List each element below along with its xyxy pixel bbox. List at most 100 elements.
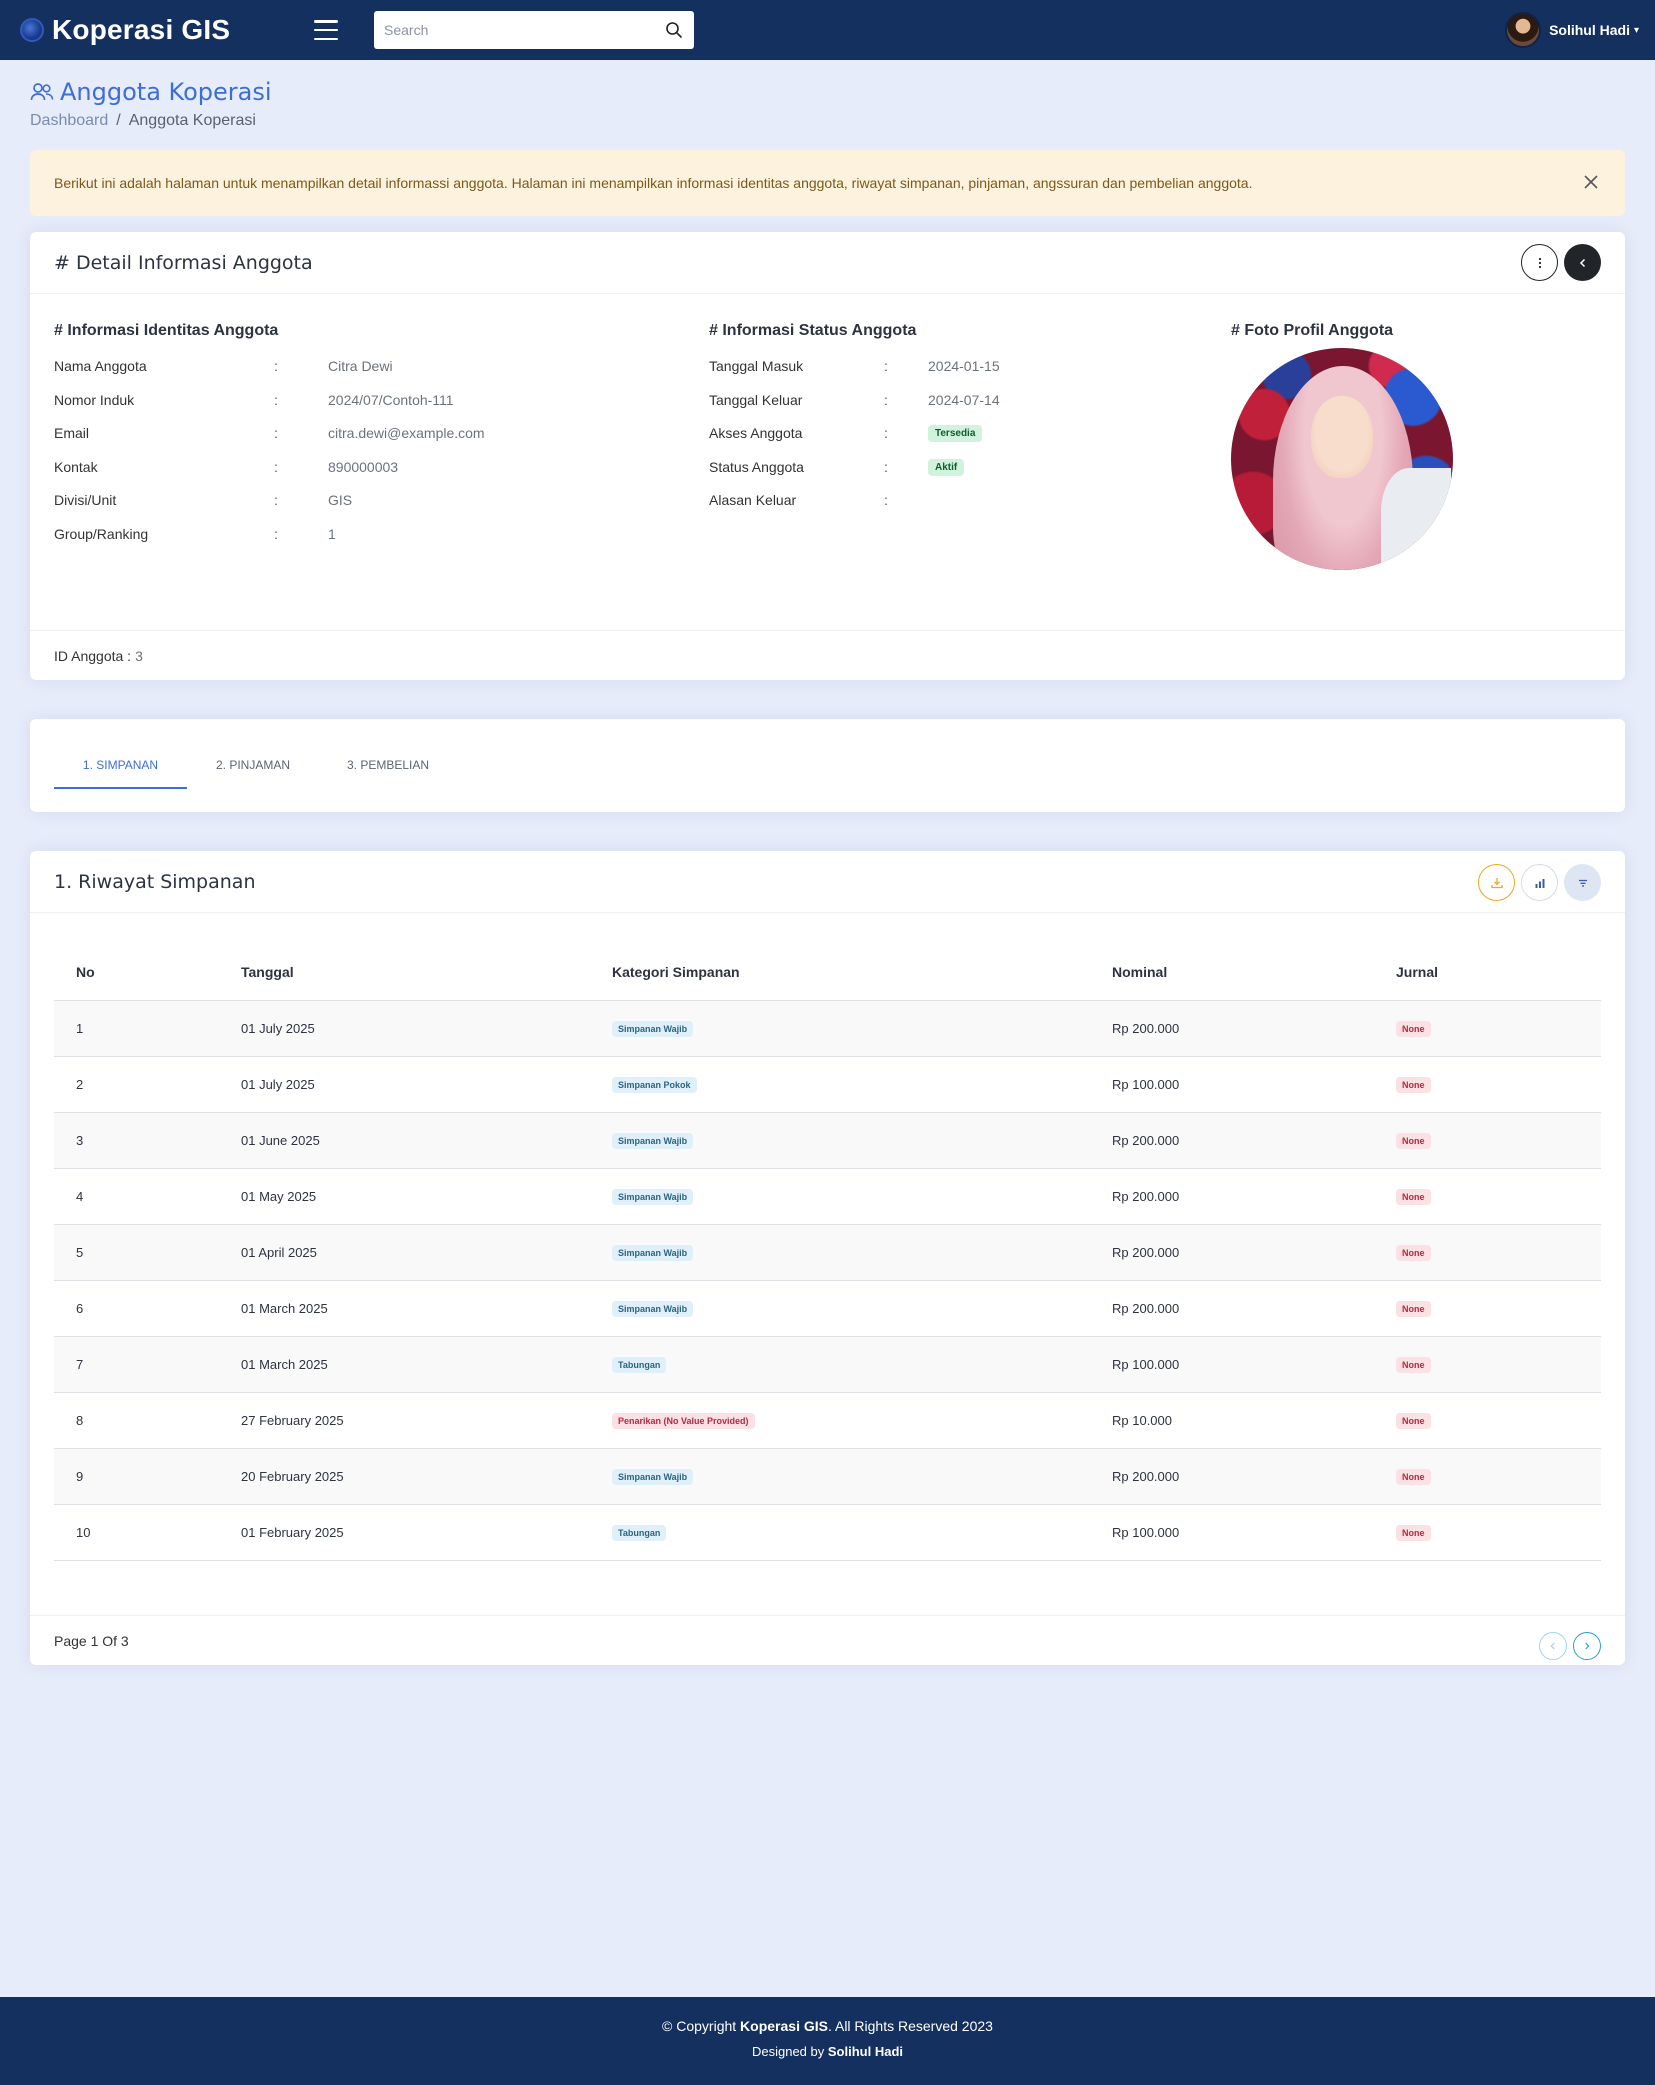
close-icon[interactable] bbox=[1581, 172, 1601, 192]
info-value: 890000003 bbox=[328, 458, 399, 475]
copyright-prefix: © Copyright bbox=[662, 2018, 737, 2034]
cell-nominal: Rp 10.000 bbox=[1090, 1392, 1374, 1449]
info-colon: : bbox=[274, 425, 278, 442]
prev-page-button[interactable] bbox=[1539, 1632, 1567, 1660]
page-title-text: Anggota Koperasi bbox=[60, 78, 272, 106]
cell-date: 01 July 2025 bbox=[219, 1000, 590, 1057]
cell-date: 01 May 2025 bbox=[219, 1168, 590, 1225]
hamburger-icon[interactable] bbox=[314, 20, 338, 40]
search-input[interactable] bbox=[384, 22, 664, 38]
search-icon[interactable] bbox=[664, 20, 684, 40]
brand-name: Koperasi GIS bbox=[52, 14, 231, 45]
journal-badge: None bbox=[1396, 1300, 1431, 1317]
copyright-brand: Koperasi GIS bbox=[740, 2018, 828, 2034]
cell-category: Simpanan Wajib bbox=[590, 1112, 1090, 1169]
brand[interactable]: Koperasi GIS bbox=[20, 14, 310, 46]
next-page-button[interactable] bbox=[1573, 1632, 1601, 1660]
cell-date: 01 June 2025 bbox=[219, 1112, 590, 1169]
top-navbar: Koperasi GIS Solihul Hadi ▾ bbox=[0, 0, 1655, 60]
member-id-label: ID Anggota : bbox=[54, 647, 132, 664]
identity-section: # Informasi Identitas Anggota Nama Anggo… bbox=[54, 322, 574, 560]
download-icon bbox=[1490, 877, 1503, 888]
page-footer: © Copyright Koperasi GIS. All Rights Res… bbox=[0, 1997, 1655, 2085]
cell-nominal: Rp 200.000 bbox=[1090, 1224, 1374, 1281]
info-value: citra.dewi@example.com bbox=[328, 425, 485, 442]
cell-nominal: Rp 100.000 bbox=[1090, 1504, 1374, 1561]
tab-1[interactable]: 1. SIMPANAN bbox=[54, 743, 187, 789]
status-section: # Informasi Status Anggota Tanggal Masuk… bbox=[709, 322, 1129, 526]
copyright-suffix: . All Rights Reserved 2023 bbox=[827, 2018, 993, 2034]
member-detail-card: # Detail Informasi Anggota # Informasi I… bbox=[30, 232, 1625, 680]
cell-date: 01 March 2025 bbox=[219, 1280, 590, 1337]
filter-button[interactable] bbox=[1564, 864, 1601, 901]
back-button[interactable] bbox=[1564, 244, 1601, 281]
savings-history-card: 1. Riwayat Simpanan No Tanggal Kategori … bbox=[30, 851, 1625, 1665]
cell-journal: None bbox=[1374, 1112, 1601, 1169]
identity-heading: # Informasi Identitas Anggota bbox=[54, 322, 279, 339]
col-date: Tanggal bbox=[219, 944, 590, 1001]
cell-category: Simpanan Wajib bbox=[590, 1000, 1090, 1057]
info-label: Kontak bbox=[54, 458, 98, 475]
card-title: # Detail Informasi Anggota bbox=[54, 251, 313, 274]
cell-date: 01 July 2025 bbox=[219, 1056, 590, 1113]
chart-button[interactable] bbox=[1521, 864, 1558, 901]
breadcrumb-dashboard[interactable]: Dashboard bbox=[30, 112, 108, 129]
info-value: 2024-07-14 bbox=[928, 391, 1000, 408]
card-header: 1. Riwayat Simpanan bbox=[30, 851, 1625, 913]
cell-date: 20 February 2025 bbox=[219, 1448, 590, 1505]
tab-3[interactable]: 3. PEMBELIAN bbox=[319, 743, 457, 789]
cell-no: 5 bbox=[54, 1224, 219, 1281]
cell-journal: None bbox=[1374, 1280, 1601, 1337]
cell-nominal: Rp 200.000 bbox=[1090, 1000, 1374, 1057]
info-colon: : bbox=[884, 492, 888, 509]
cell-no: 3 bbox=[54, 1112, 219, 1169]
page-title: Anggota Koperasi bbox=[30, 78, 272, 106]
more-vertical-icon bbox=[1538, 257, 1541, 268]
table-row: 4 01 May 2025 Simpanan Wajib Rp 200.000 None bbox=[54, 1168, 1601, 1225]
info-label: Alasan Keluar bbox=[709, 492, 797, 509]
category-badge: Simpanan Wajib bbox=[612, 1188, 694, 1205]
download-button[interactable] bbox=[1478, 864, 1515, 901]
more-options-button[interactable] bbox=[1521, 244, 1558, 281]
category-badge: Penarikan (No Value Provided) bbox=[612, 1412, 755, 1429]
info-label: Group/Ranking bbox=[54, 525, 149, 542]
cell-no: 2 bbox=[54, 1056, 219, 1113]
chevron-left-icon bbox=[1579, 258, 1585, 267]
col-nominal: Nominal bbox=[1090, 944, 1374, 1001]
pagination-footer: Page 1 Of 3 bbox=[30, 1615, 1625, 1665]
info-value: 2024-01-15 bbox=[928, 358, 1000, 374]
info-colon: : bbox=[884, 358, 888, 374]
breadcrumb: Dashboard / Anggota Koperasi bbox=[30, 112, 256, 129]
cell-no: 1 bbox=[54, 1000, 219, 1057]
member-id-value: 3 bbox=[135, 647, 143, 664]
info-colon: : bbox=[274, 358, 278, 374]
info-value: 1 bbox=[328, 525, 336, 542]
category-badge: Simpanan Wajib bbox=[612, 1020, 694, 1037]
cell-no: 4 bbox=[54, 1168, 219, 1225]
profile-photo bbox=[1231, 348, 1453, 570]
table-row: 2 01 July 2025 Simpanan Pokok Rp 100.000 Non… bbox=[54, 1056, 1601, 1113]
tab-2[interactable]: 2. PINJAMAN bbox=[187, 743, 319, 789]
category-badge: Simpanan Wajib bbox=[612, 1300, 694, 1317]
user-menu[interactable]: Solihul Hadi ▾ bbox=[1505, 12, 1639, 48]
info-label: Nama Anggota bbox=[54, 358, 147, 374]
cell-category: Simpanan Wajib bbox=[590, 1448, 1090, 1505]
info-label: Tanggal Keluar bbox=[709, 391, 803, 408]
info-colon: : bbox=[274, 391, 278, 408]
journal-badge: None bbox=[1396, 1188, 1431, 1205]
info-label: Akses Anggota bbox=[709, 425, 803, 442]
cell-journal: None bbox=[1374, 1392, 1601, 1449]
cell-no: 8 bbox=[54, 1392, 219, 1449]
info-value: Citra Dewi bbox=[328, 358, 393, 374]
cell-no: 7 bbox=[54, 1336, 219, 1393]
info-label: Nomor Induk bbox=[54, 391, 135, 408]
info-colon: : bbox=[884, 425, 888, 442]
info-row: Email: citra.dewi@example.com bbox=[54, 425, 574, 459]
cell-journal: None bbox=[1374, 1504, 1601, 1561]
avatar bbox=[1505, 12, 1542, 48]
info-colon: : bbox=[274, 525, 278, 542]
designed-by-prefix: Designed by bbox=[751, 2044, 825, 2059]
cell-journal: None bbox=[1374, 1168, 1601, 1225]
caret-down-icon: ▾ bbox=[1633, 24, 1639, 36]
breadcrumb-current: Anggota Koperasi bbox=[128, 112, 256, 129]
